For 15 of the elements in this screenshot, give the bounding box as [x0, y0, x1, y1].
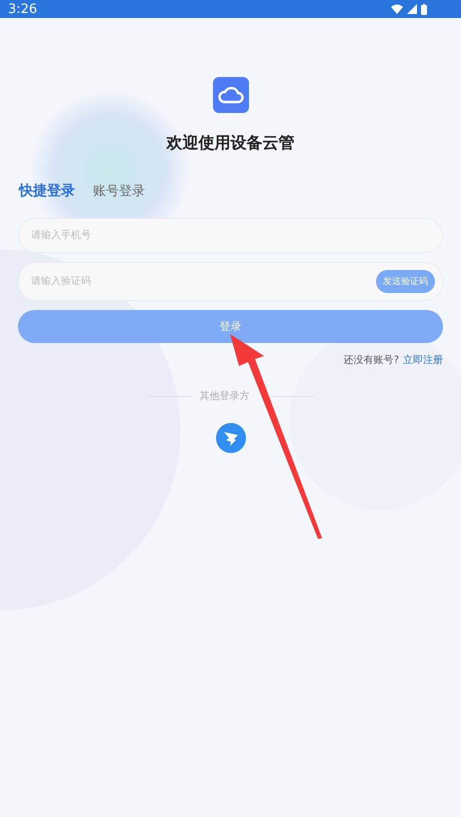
login-button[interactable]: 登录 — [18, 310, 443, 343]
code-input-field[interactable]: 请输入验证码 发送验证码 — [18, 262, 443, 301]
send-code-button[interactable]: 发送验证码 — [376, 270, 435, 293]
login-tab[interactable]: 快捷登录 — [19, 182, 75, 200]
signal-icon — [407, 4, 417, 14]
register-prompt: 还没有账号? — [344, 354, 399, 367]
wifi-icon — [391, 4, 403, 14]
register-link[interactable]: 立即注册 — [403, 353, 443, 367]
status-time: 3:26 — [8, 2, 38, 16]
battery-icon — [421, 4, 427, 14]
welcome-title: 欢迎使用设备云管 — [166, 133, 294, 154]
phone-input-field[interactable]: 请输入手机号 — [18, 218, 443, 253]
other-login-label: 其他登录方 — [200, 390, 250, 403]
cloud-logo-icon — [212, 77, 248, 113]
login-tab[interactable]: 账号登录 — [93, 182, 145, 200]
